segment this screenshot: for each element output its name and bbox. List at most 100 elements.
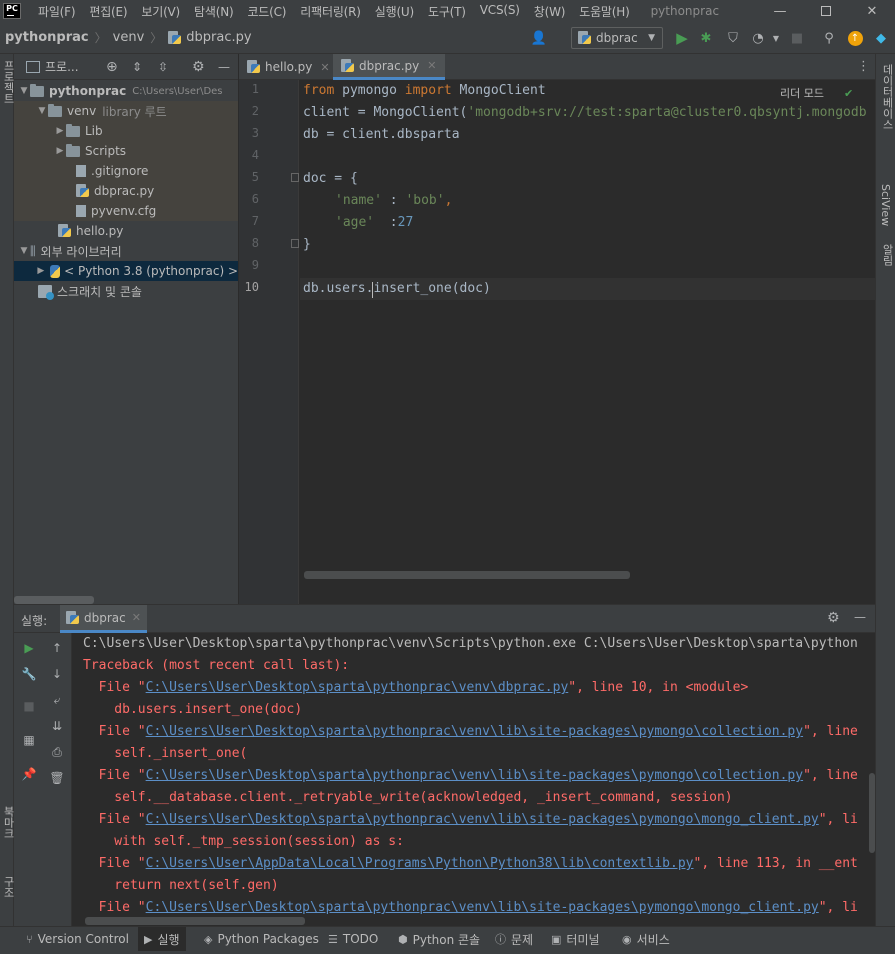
menu-run[interactable]: 실행(U) xyxy=(368,3,421,20)
hide-icon[interactable]: — xyxy=(218,60,230,74)
database-tool-tab[interactable]: 데이터베이스 xyxy=(879,64,895,130)
file-link[interactable]: C:\Users\User\Desktop\sparta\pythonprac\… xyxy=(146,768,803,783)
menu-refactor[interactable]: 리팩터링(R) xyxy=(293,3,367,20)
layout-icon[interactable]: ▦ xyxy=(22,733,36,747)
maximize-button[interactable] xyxy=(803,0,849,22)
hide-icon[interactable]: — xyxy=(854,610,866,624)
project-panel-title[interactable]: 프로... xyxy=(45,58,79,75)
file-link[interactable]: C:\Users\User\Desktop\sparta\pythonprac\… xyxy=(146,900,819,915)
close-tab-icon[interactable]: ✕ xyxy=(132,611,141,624)
menu-view[interactable]: 보기(V) xyxy=(134,3,187,20)
gear-icon[interactable]: ⚙ xyxy=(192,59,205,75)
arrow-up-icon[interactable]: ↑ xyxy=(50,641,64,655)
tool-python-packages[interactable]: ◈ Python Packages xyxy=(204,927,319,951)
tool-problems[interactable]: ⓘ 문제 xyxy=(495,927,533,951)
console-line: db.users.insert_one(doc) xyxy=(83,702,303,717)
tree-item-project-root[interactable]: ▼ pythonprac C:\Users\User\Des xyxy=(14,81,238,101)
horizontal-scrollbar[interactable] xyxy=(304,571,630,579)
pin-icon[interactable]: 📌 xyxy=(22,767,37,781)
code-editor[interactable]: from pymongo import MongoClient client =… xyxy=(300,80,875,604)
rerun-icon[interactable]: ▶ xyxy=(22,641,36,655)
tab-hello[interactable]: hello.py ✕ xyxy=(239,54,338,80)
tree-item-dbprac[interactable]: dbprac.py xyxy=(14,181,238,201)
scroll-to-end-icon[interactable]: ⇊ xyxy=(50,719,64,733)
tool-run[interactable]: ▶ 실행 xyxy=(138,927,186,951)
python-console-icon: ⬢ xyxy=(398,932,408,946)
tree-item-label: .gitignore xyxy=(91,164,149,178)
search-icon[interactable]: ⚲ xyxy=(820,29,838,47)
menu-help[interactable]: 도움말(H) xyxy=(572,3,636,20)
print-icon[interactable]: ⎙ xyxy=(50,745,64,759)
close-tab-icon[interactable]: ✕ xyxy=(427,59,436,72)
menu-tools[interactable]: 도구(T) xyxy=(421,3,473,20)
horizontal-scrollbar[interactable] xyxy=(14,596,94,604)
tool-python-console[interactable]: ⬢ Python 콘솔 xyxy=(398,927,480,951)
menu-file[interactable]: 파일(F) xyxy=(31,3,82,20)
fold-icon[interactable] xyxy=(291,173,299,182)
expand-all-icon[interactable]: ⇕ xyxy=(132,60,142,74)
run-tab-label: dbprac xyxy=(84,610,126,625)
debug-icon[interactable]: ✱ xyxy=(697,29,715,47)
python-file-icon xyxy=(58,224,72,238)
tree-item-python-sdk[interactable]: ▶ < Python 3.8 (pythonprac) > xyxy=(14,261,238,281)
services-icon: ◉ xyxy=(622,932,632,946)
stop-icon[interactable]: ■ xyxy=(788,29,806,47)
tree-item-scripts[interactable]: ▶ Scripts xyxy=(14,141,238,161)
horizontal-scrollbar[interactable] xyxy=(85,917,305,925)
file-link[interactable]: C:\Users\User\AppData\Local\Programs\Pyt… xyxy=(146,856,694,871)
tool-services[interactable]: ◉ 서비스 xyxy=(622,927,670,951)
run-config-selector[interactable]: dbprac ▼ xyxy=(571,27,663,49)
run-panel: 실행: dbprac ✕ ⚙ — ▶ ↑ 🔧 ↓ ■ ⤶ ⇊ ▦ ⎙ 📌 🗑 C… xyxy=(14,604,875,927)
tree-item-lib[interactable]: ▶ Lib xyxy=(14,121,238,141)
more-tabs-icon[interactable]: ⋮ xyxy=(857,59,870,74)
menu-code[interactable]: 코드(C) xyxy=(240,3,293,20)
tree-item-gitignore[interactable]: .gitignore xyxy=(14,161,238,181)
tree-item-pyvenv[interactable]: pyvenv.cfg xyxy=(14,201,238,221)
collapse-all-icon[interactable]: ⇳ xyxy=(158,60,168,74)
more-run-icon[interactable]: ▼ xyxy=(767,29,785,47)
stop-icon[interactable]: ■ xyxy=(22,699,36,713)
soft-wrap-icon[interactable]: ⤶ xyxy=(50,693,64,707)
breadcrumb-project[interactable]: pythonprac xyxy=(5,30,89,45)
gear-icon[interactable]: ⚙ xyxy=(827,610,840,626)
wrench-icon[interactable]: 🔧 xyxy=(22,667,37,681)
tab-dbprac[interactable]: dbprac.py ✕ xyxy=(333,54,445,80)
reader-mode-button[interactable]: 리더 모드 xyxy=(780,85,824,101)
minimize-button[interactable]: — xyxy=(757,0,803,22)
coverage-icon[interactable]: ⛉ xyxy=(724,29,742,47)
tool-version-control[interactable]: ⑂ Version Control xyxy=(26,927,129,951)
tree-item-venv[interactable]: ▼ venv library 루트 xyxy=(14,101,238,121)
file-link[interactable]: C:\Users\User\Desktop\sparta\pythonprac\… xyxy=(146,724,803,739)
breadcrumb-file[interactable]: dbprac.py xyxy=(186,30,251,45)
run-tab-dbprac[interactable]: dbprac ✕ xyxy=(60,605,147,633)
close-tab-icon[interactable]: ✕ xyxy=(320,61,329,74)
run-panel-label: 실행: xyxy=(21,614,48,628)
sciview-tool-tab[interactable]: SciView xyxy=(879,184,892,226)
notifications-tool-tab[interactable]: 알림 xyxy=(879,244,895,266)
jetbrains-icon[interactable]: ◆ xyxy=(872,29,890,47)
menu-edit[interactable]: 편집(E) xyxy=(82,3,134,20)
menu-navigate[interactable]: 탐색(N) xyxy=(187,3,240,20)
run-icon[interactable]: ▶ xyxy=(673,29,691,47)
vertical-scrollbar[interactable] xyxy=(869,773,875,853)
locate-icon[interactable]: ⊕ xyxy=(106,59,118,75)
close-window-button[interactable]: ✕ xyxy=(849,0,895,22)
file-link[interactable]: C:\Users\User\Desktop\sparta\pythonprac\… xyxy=(146,812,819,827)
tree-item-hello[interactable]: hello.py xyxy=(14,221,238,241)
breadcrumb-folder[interactable]: venv xyxy=(113,30,145,45)
tree-item-external-libraries[interactable]: ▼ ⫼ 외부 라이브러리 xyxy=(14,241,238,261)
tool-todo[interactable]: ☰ TODO xyxy=(328,927,378,951)
user-icon[interactable]: 👤 xyxy=(530,29,548,47)
profile-icon[interactable]: ◔ xyxy=(749,29,767,47)
menu-window[interactable]: 창(W) xyxy=(527,3,572,20)
arrow-down-icon[interactable]: ↓ xyxy=(50,667,64,681)
console-line: File "C:\Users\User\Desktop\sparta\pytho… xyxy=(83,812,858,827)
menu-vcs[interactable]: VCS(S) xyxy=(473,3,527,20)
trash-icon[interactable]: 🗑 xyxy=(49,771,64,785)
console-output[interactable]: C:\Users\User\Desktop\sparta\pythonprac\… xyxy=(73,633,875,927)
tool-terminal[interactable]: ▣ 터미널 xyxy=(551,927,600,951)
file-link[interactable]: C:\Users\User\Desktop\sparta\pythonprac\… xyxy=(146,680,569,695)
update-icon[interactable]: ↑ xyxy=(846,29,864,47)
fold-icon[interactable] xyxy=(291,239,299,248)
tree-item-scratches[interactable]: 스크래치 및 콘솔 xyxy=(14,281,238,301)
